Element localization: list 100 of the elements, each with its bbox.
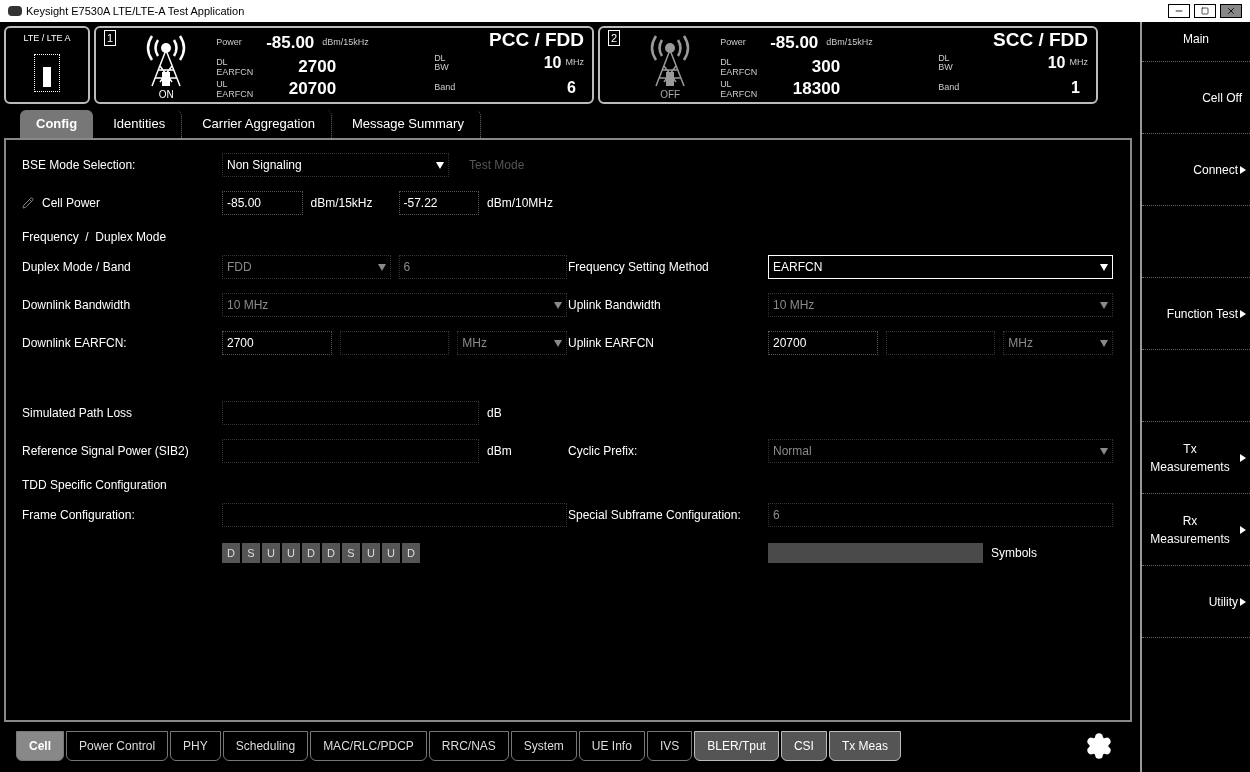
cell-index: 2 <box>608 30 621 46</box>
softkey-button[interactable]: Function Test <box>1142 278 1250 350</box>
dropdown[interactable]: EARFCN <box>768 255 1113 279</box>
bottom-tab[interactable]: Tx Meas <box>828 731 901 761</box>
close-icon <box>1226 6 1236 16</box>
test-mode-label: Test Mode <box>468 157 526 174</box>
dropdown-arrow-icon <box>377 263 386 271</box>
dropdown-arrow-icon <box>1100 339 1108 347</box>
softkey-button[interactable]: Tx Measurements <box>1142 422 1250 494</box>
bottom-tab[interactable]: BLER/Tput <box>694 731 779 761</box>
earfcn-value: 2700 <box>297 56 337 77</box>
field-label: Frame Configuration: <box>22 507 135 524</box>
subframe-slot: U <box>282 543 300 563</box>
bottom-tab[interactable]: System <box>510 731 577 761</box>
bottom-tab[interactable]: MAC/RLC/PDCP <box>310 731 427 761</box>
subframe-slot: D <box>402 543 420 563</box>
earfcn-label: UL EARFCN <box>216 78 255 99</box>
band-label: Band <box>434 81 456 95</box>
maximize-button[interactable] <box>1194 4 1216 18</box>
unit-label: dBm/15kHz <box>310 195 374 212</box>
settings-icon <box>1085 732 1113 760</box>
close-button[interactable] <box>1220 4 1242 18</box>
input-field[interactable]: 2700 <box>222 331 332 355</box>
subframe-slot: U <box>382 543 400 563</box>
submenu-arrow-icon <box>1240 453 1246 462</box>
band-value: 1 <box>1071 78 1080 98</box>
input-field[interactable]: 20700 <box>768 331 878 355</box>
submenu-arrow-icon <box>1240 597 1246 606</box>
power-value: -85.00 <box>770 32 819 54</box>
unit-label: dBm/10MHz <box>487 195 555 212</box>
subframe-slot: D <box>222 543 240 563</box>
unit-label: dB <box>487 405 503 422</box>
bottom-tab[interactable]: Scheduling <box>222 731 309 761</box>
section-heading: Frequency / Duplex Mode <box>22 229 168 246</box>
bottom-tab[interactable]: Cell <box>16 731 64 761</box>
power-unit: dBm/15kHz <box>826 36 873 49</box>
cell-state: OFF <box>660 90 681 100</box>
softkey-button[interactable]: Utility <box>1142 566 1250 638</box>
field-label: Uplink EARFCN <box>568 335 654 352</box>
dropdown-arrow-icon <box>436 161 444 169</box>
softkey-button[interactable]: Rx Measurements <box>1142 494 1250 566</box>
bandwidth-unit: MHz <box>565 56 584 70</box>
input-field[interactable]: -85.00 <box>222 191 303 215</box>
earfcn-value: 300 <box>810 56 841 77</box>
band-value: 6 <box>567 78 576 98</box>
bottom-tab[interactable]: Power Control <box>66 731 169 761</box>
submenu-arrow-icon <box>1240 309 1246 318</box>
bottom-tab[interactable]: RRC/NAS <box>428 731 509 761</box>
softkey-button[interactable]: Connect <box>1142 134 1250 206</box>
mode-panel[interactable]: LTE / LTE A <box>4 26 90 104</box>
app-icon <box>8 6 22 16</box>
minimize-button[interactable] <box>1168 4 1190 18</box>
submenu-arrow-icon <box>1240 525 1246 534</box>
dropdown-arrow-icon <box>1100 301 1108 309</box>
power-label: Power <box>720 36 747 49</box>
field-label: Frequency Setting Method <box>568 259 709 276</box>
field-label: Simulated Path Loss <box>22 405 133 422</box>
field-label: Special Subframe Configuration: <box>568 507 741 524</box>
input-field[interactable]: -57.22 <box>398 191 479 215</box>
bandwidth-label: DL BW <box>938 54 954 72</box>
subframe-slot: U <box>262 543 280 563</box>
earfcn-label: DL EARFCN <box>216 56 255 77</box>
section-heading: TDD Specific Configuration <box>22 477 168 494</box>
subframe-slot: D <box>322 543 340 563</box>
unit-label: Symbols <box>991 545 1038 562</box>
subframe-slot: D <box>302 543 320 563</box>
field-label: BSE Mode Selection: <box>22 157 136 174</box>
earfcn-label: DL EARFCN <box>720 56 759 77</box>
cell-state: ON <box>158 90 174 100</box>
maximize-icon <box>1201 7 1209 15</box>
earfcn-value: 20700 <box>287 78 337 99</box>
band-label: Band <box>938 81 960 95</box>
earfcn-label: UL EARFCN <box>720 78 759 99</box>
power-label: Power <box>216 36 243 49</box>
field-label: Reference Signal Power (SIB2) <box>22 443 189 460</box>
cell-index: 1 <box>104 30 117 46</box>
dropdown-arrow-icon <box>554 339 562 347</box>
dropdown-arrow-icon <box>1100 447 1108 455</box>
field-label: Duplex Mode / Band <box>22 259 131 276</box>
subframe-slot: S <box>342 543 360 563</box>
dropdown-arrow-icon <box>1100 263 1108 271</box>
bottom-tab[interactable]: IVS <box>646 731 693 761</box>
carrier-title: PCC / FDD <box>488 30 584 50</box>
subframe-slot: S <box>242 543 260 563</box>
mode-label: LTE / LTE A <box>23 32 71 45</box>
field-label: Uplink Bandwidth <box>568 297 661 314</box>
carrier-title: SCC / FDD <box>992 30 1088 50</box>
bandwidth-unit: MHz <box>1069 56 1088 70</box>
power-value: -85.00 <box>266 32 315 54</box>
submenu-arrow-icon <box>1240 165 1246 174</box>
field-label: Cyclic Prefix: <box>568 443 638 460</box>
bottom-tab[interactable]: UE Info <box>578 731 645 761</box>
softkey-button[interactable]: Cell Off <box>1142 62 1250 134</box>
bottom-tab[interactable]: PHY <box>170 731 221 761</box>
dropdown[interactable]: Non Signaling <box>222 153 449 177</box>
field-label: Downlink Bandwidth <box>22 297 131 314</box>
field-label: Cell Power <box>42 195 101 212</box>
bottom-tab[interactable]: CSI <box>780 731 827 761</box>
tab[interactable]: Config <box>20 110 94 138</box>
bandwidth-value: 10 <box>543 53 562 73</box>
